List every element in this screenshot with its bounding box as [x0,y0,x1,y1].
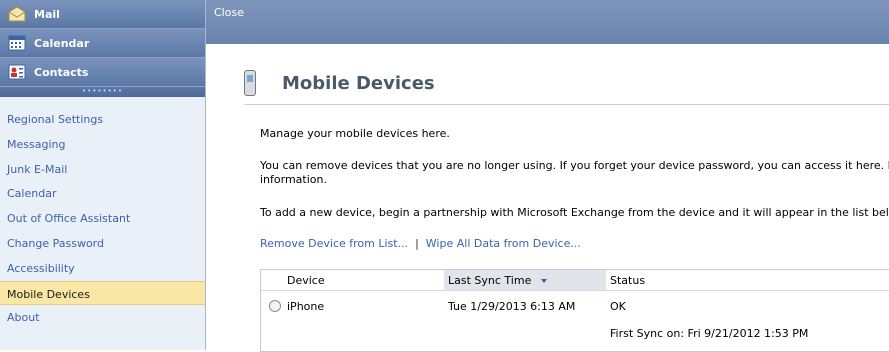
sort-descending-icon [541,279,548,283]
resize-grip[interactable]: •••••••• [0,87,205,97]
last-sync-cell: Tue 1/29/2013 6:13 AM [448,300,576,313]
calendar-icon [8,35,26,51]
add-device-text: To add a new device, begin a partnership… [260,206,889,219]
device-radio[interactable] [269,300,281,312]
column-header-status[interactable]: Status [606,270,889,291]
device-actions: Remove Device from List... | Wipe All Data… [260,237,581,250]
mail-button[interactable]: Mail [0,0,205,29]
column-header-last-sync[interactable]: Last Sync Time [444,270,606,291]
page-title: Mobile Devices [282,72,435,94]
wipe-device-link[interactable]: Wipe All Data from Device... [426,237,581,250]
remove-device-link[interactable]: Remove Device from List... [260,237,408,250]
option-calendar[interactable]: Calendar [0,181,205,206]
calendar-label: Calendar [34,36,90,50]
devices-table: Device Last Sync Time Status iPhone Tue … [260,269,889,352]
column-header-device[interactable]: Device [261,270,444,291]
mobile-phone-icon [244,70,256,96]
intro-text: Manage your mobile devices here. [260,127,450,140]
option-mobile-devices[interactable]: Mobile Devices [0,280,205,306]
device-name: iPhone [287,300,325,313]
main-content: Mobile Devices Manage your mobile device… [206,44,889,352]
mail-icon [8,6,26,22]
status-cell: OK [610,300,626,313]
page-header: Mobile Devices [244,70,435,96]
toolbar: Close [206,0,889,44]
option-junk-email[interactable]: Junk E-Mail [0,157,205,182]
option-messaging[interactable]: Messaging [0,132,205,157]
action-separator: | [415,237,419,250]
divider [244,104,889,105]
calendar-button[interactable]: Calendar [0,29,205,58]
navigation-pane: Mail Calendar Contacts •••••••• Regional… [0,0,206,350]
remove-info-text-line2: information. [260,173,327,186]
last-sync-header-label: Last Sync Time [448,274,532,287]
option-accessibility[interactable]: Accessibility [0,256,205,281]
option-change-password[interactable]: Change Password [0,231,205,256]
device-cell: iPhone [269,300,324,313]
mail-label: Mail [34,7,60,21]
option-regional-settings[interactable]: Regional Settings [0,107,205,132]
close-button[interactable]: Close [214,6,244,19]
contacts-label: Contacts [34,65,89,79]
remove-info-text-line1: You can remove devices that you are no l… [260,159,889,172]
first-sync-cell: First Sync on: Fri 9/21/2012 1:53 PM [610,327,809,340]
option-out-of-office[interactable]: Out of Office Assistant [0,206,205,231]
contacts-icon [8,64,26,80]
contacts-button[interactable]: Contacts [0,58,205,87]
option-about[interactable]: About [0,305,205,330]
